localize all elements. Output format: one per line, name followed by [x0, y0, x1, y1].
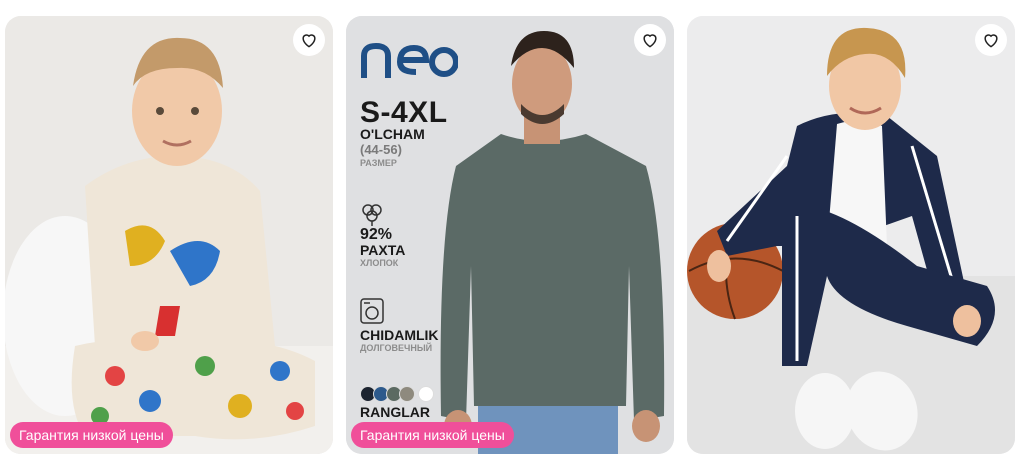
- low-price-guarantee-badge: Гарантия низкой цены: [351, 422, 514, 448]
- favorite-button[interactable]: [975, 24, 1007, 56]
- product-image-tracksuit: [687, 16, 1015, 454]
- cotton-icon: [362, 204, 382, 226]
- durability-label-ru: ДОЛГОВЕЧНЫЙ: [360, 343, 433, 353]
- cotton-label-ru: ХЛОПОК: [360, 258, 399, 268]
- washing-machine-icon: [360, 298, 384, 324]
- product-card-tracksuit[interactable]: [687, 16, 1015, 454]
- favorite-button[interactable]: [634, 24, 666, 56]
- color-swatch: [418, 386, 434, 402]
- product-image-pajamas: [5, 16, 333, 454]
- favorite-button[interactable]: [293, 24, 325, 56]
- size-label-uz: O'LCHAM: [360, 126, 425, 142]
- product-card-pajamas[interactable]: Гарантия низкой цены: [5, 16, 333, 454]
- product-card-longsleeve[interactable]: S-4XL O'LCHAM (44-56) РАЗМЕР 92% PAXTA Х…: [346, 16, 674, 454]
- cotton-label-uz: PAXTA: [360, 242, 406, 258]
- color-swatch: [399, 386, 415, 402]
- product-grid: Гарантия низкой цены S-4XL O'LCHAM (44-5…: [0, 0, 1024, 457]
- durability-label-uz: CHIDAMLIK: [360, 327, 439, 343]
- heart-outline-icon: [643, 34, 657, 48]
- heart-outline-icon: [984, 34, 998, 48]
- low-price-guarantee-badge: Гарантия низкой цены: [10, 422, 173, 448]
- color-swatches: [360, 386, 434, 402]
- neo-brand-logo: [361, 42, 458, 78]
- heart-outline-icon: [302, 34, 316, 48]
- size-range: S-4XL: [360, 96, 448, 129]
- size-label-ru: РАЗМЕР: [360, 158, 397, 168]
- colors-label: RANGLAR: [360, 404, 430, 420]
- size-numbers: (44-56): [360, 142, 402, 157]
